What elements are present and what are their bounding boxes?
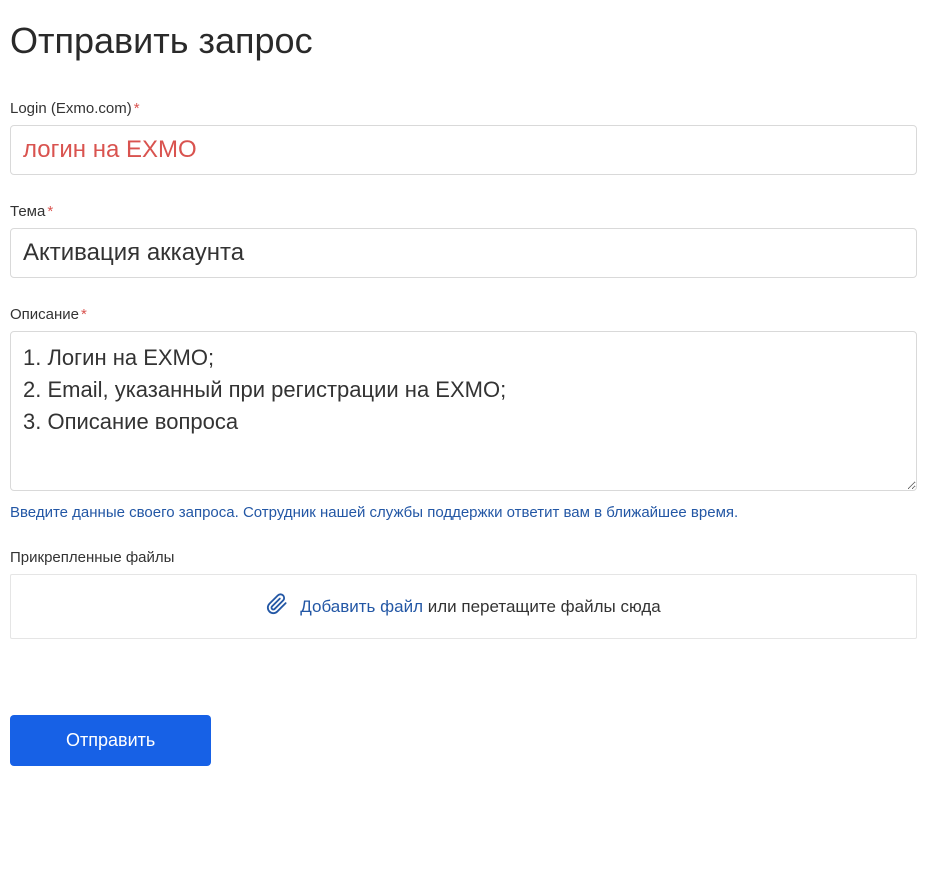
description-label: Описание* [10,306,917,323]
login-input[interactable] [10,125,917,175]
add-file-link[interactable]: Добавить файл [300,597,423,616]
paperclip-icon [266,593,288,620]
login-label-text: Login (Exmo.com) [10,100,132,117]
login-group: Login (Exmo.com)* [10,100,917,175]
required-star: * [81,306,87,323]
required-star: * [47,203,53,220]
description-group: Описание* Введите данные своего запроса.… [10,306,917,521]
attachment-drag-text: или перетащите файлы сюда [423,597,661,616]
required-star: * [134,100,140,117]
subject-group: Тема* [10,203,917,278]
subject-input[interactable] [10,228,917,278]
attachments-group: Прикрепленные файлы Добавить файл или пе… [10,549,917,639]
request-form: Отправить запрос Login (Exmo.com)* Тема*… [10,20,917,766]
attachments-label: Прикрепленные файлы [10,549,917,566]
description-textarea[interactable] [10,331,917,491]
attachment-text: Добавить файл или перетащите файлы сюда [300,597,660,617]
description-hint: Введите данные своего запроса. Сотрудник… [10,504,917,521]
attachment-dropzone[interactable]: Добавить файл или перетащите файлы сюда [10,574,917,639]
subject-label-text: Тема [10,203,45,220]
page-title: Отправить запрос [10,20,917,62]
description-label-text: Описание [10,306,79,323]
login-label: Login (Exmo.com)* [10,100,917,117]
submit-button[interactable]: Отправить [10,715,211,766]
subject-label: Тема* [10,203,917,220]
